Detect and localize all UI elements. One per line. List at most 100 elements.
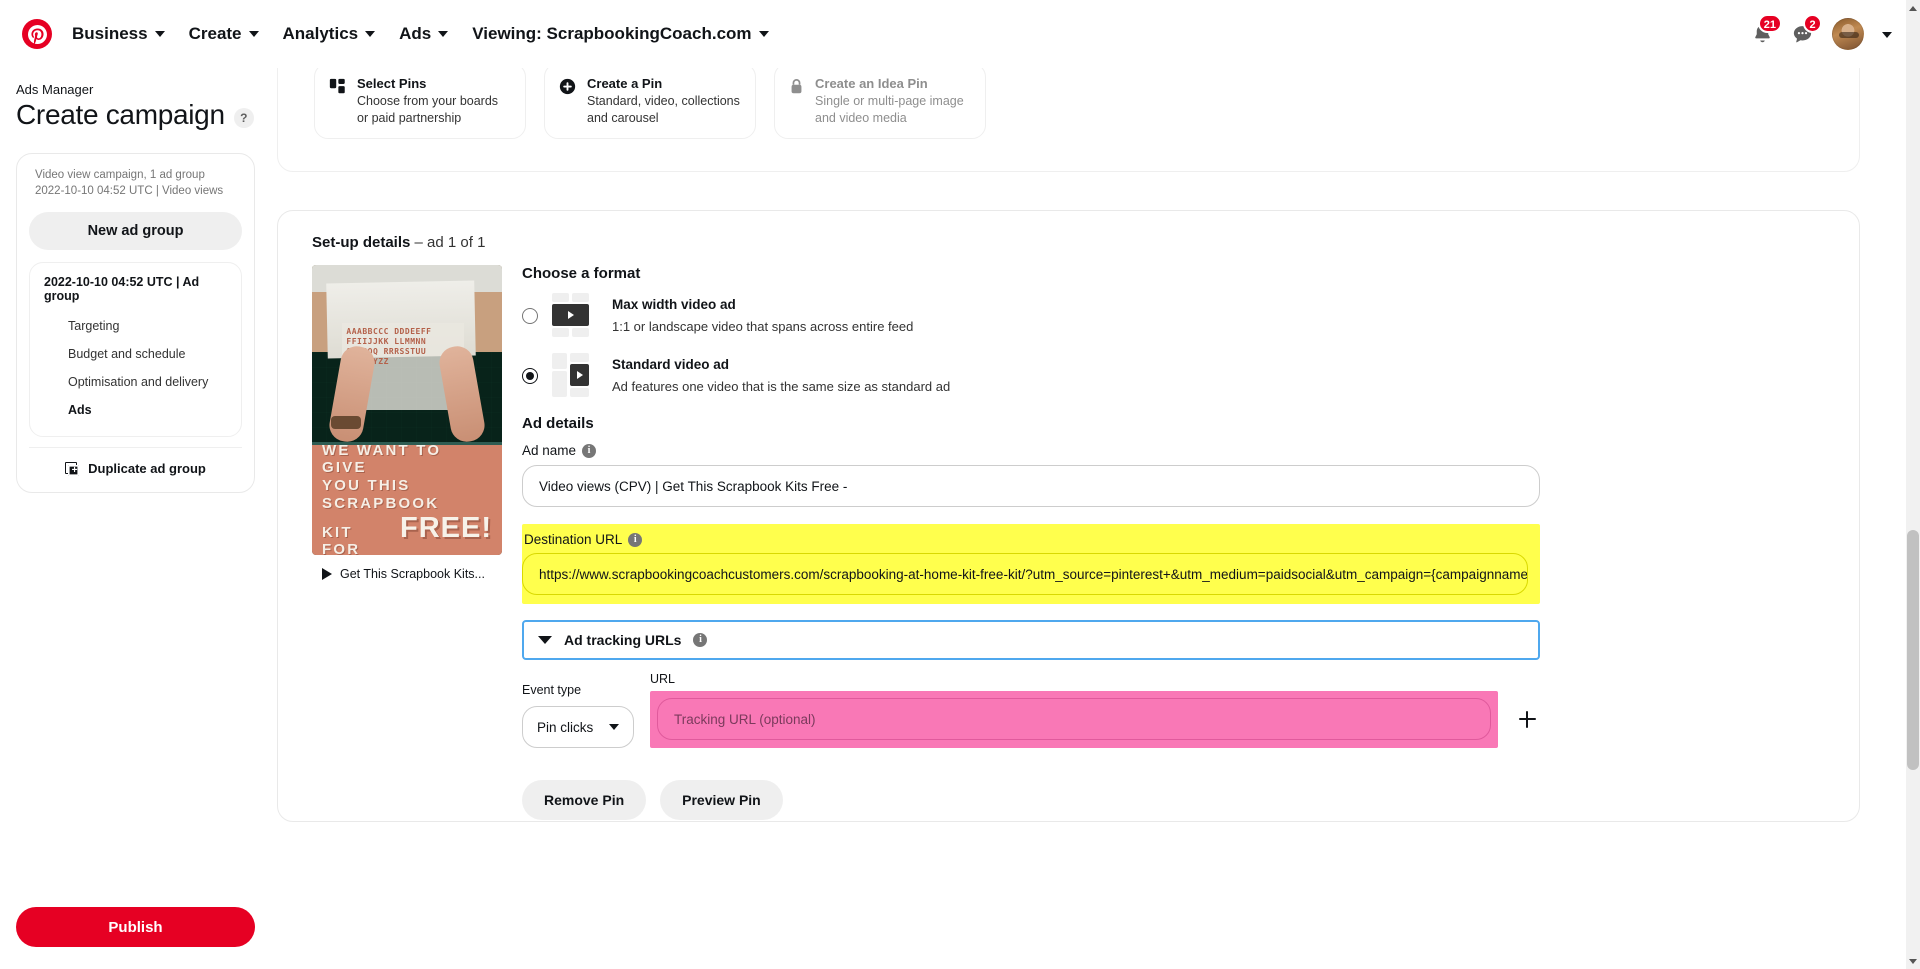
standard-video-thumb-icon bbox=[552, 353, 598, 399]
scroll-up-arrow-icon[interactable] bbox=[1906, 0, 1920, 16]
chevron-down-icon bbox=[609, 724, 619, 730]
notifications-button[interactable]: 21 bbox=[1742, 14, 1782, 54]
chevron-down-icon bbox=[438, 31, 449, 37]
ad-group-subnav: Targeting Budget and schedule Optimisati… bbox=[40, 312, 231, 424]
pin-preview-caption-row[interactable]: Get This Scrapbook Kits... bbox=[312, 567, 522, 581]
pin-source-card-select-pins-desc-2: or paid partnership bbox=[357, 110, 462, 125]
event-type-value: Pin clicks bbox=[537, 719, 594, 735]
nav-item-create[interactable]: Create bbox=[177, 16, 271, 52]
chevron-down-icon bbox=[1882, 32, 1892, 38]
messages-badge: 2 bbox=[1803, 14, 1822, 33]
pin-source-card-row: Select Pins Choose from your boards or p… bbox=[277, 68, 1860, 172]
top-navigation-bar: Business Create Analytics Ads Viewing: S… bbox=[0, 0, 1920, 68]
nav-item-business-label: Business bbox=[72, 24, 148, 43]
pinterest-logo-icon[interactable] bbox=[22, 19, 52, 49]
info-icon[interactable]: i bbox=[628, 532, 643, 547]
format-radio-max-width[interactable] bbox=[522, 308, 538, 324]
publish-button[interactable]: Publish bbox=[16, 907, 255, 947]
pin-source-card-select-pins[interactable]: Select Pins Choose from your boards or p… bbox=[314, 68, 526, 139]
duplicate-ad-group-label: Duplicate ad group bbox=[88, 461, 206, 477]
format-option-standard-video-ad[interactable]: Standard video ad Ad features one video … bbox=[522, 353, 1835, 399]
new-ad-group-button[interactable]: New ad group bbox=[29, 212, 242, 251]
messages-button[interactable]: 2 bbox=[1782, 14, 1822, 54]
ad-form-column: Choose a format Max width video ad 1:1 o… bbox=[522, 265, 1835, 820]
help-icon[interactable]: ? bbox=[233, 108, 254, 128]
chevron-down-icon bbox=[758, 31, 769, 37]
ad-tracking-url-row: Event type Pin clicks URL Tracking URL (… bbox=[522, 672, 1835, 748]
destination-url-label-row: Destination URL i bbox=[522, 532, 1540, 547]
pin-source-card-create-a-pin-desc-1: Standard, video, collections bbox=[587, 94, 740, 108]
setup-details-heading-muted: – ad 1 of 1 bbox=[410, 234, 486, 251]
page-scrollbar[interactable] bbox=[1906, 0, 1920, 969]
pin-preview-text-overlay: WE WANT TO GIVE YOU THIS SCRAPBOOK KIT F… bbox=[312, 442, 502, 555]
info-icon[interactable]: i bbox=[693, 633, 708, 647]
duplicate-ad-group-button[interactable]: + Duplicate ad group bbox=[29, 447, 242, 480]
lock-icon bbox=[789, 78, 804, 100]
event-type-label: Event type bbox=[522, 683, 582, 697]
plus-circle-icon bbox=[559, 78, 576, 100]
add-tracking-url-button[interactable] bbox=[1514, 706, 1540, 732]
sidebar-item-targeting[interactable]: Targeting bbox=[40, 312, 231, 340]
event-type-column: Event type Pin clicks bbox=[522, 681, 634, 748]
destination-url-highlight: Destination URL i https://www.scrapbooki… bbox=[522, 524, 1540, 604]
format-option-standard-label: Standard video ad Ad features one video … bbox=[612, 354, 950, 397]
pin-preview-thumbnail[interactable]: AAABBCCC DDDEEFF FFIIJJKK LLMMNN OOPPQQ … bbox=[312, 265, 502, 555]
nav-item-business[interactable]: Business bbox=[60, 16, 177, 52]
play-icon bbox=[322, 568, 332, 580]
nav-item-analytics[interactable]: Analytics bbox=[271, 16, 388, 52]
format-option-max-width-title: Max width video ad bbox=[612, 297, 736, 313]
campaign-meta-line-2: 2022-10-10 04:52 UTC | Video views bbox=[35, 184, 224, 197]
ad-name-input[interactable]: Video views (CPV) | Get This Scrapbook K… bbox=[522, 465, 1540, 507]
avatar[interactable] bbox=[1832, 18, 1864, 50]
pin-source-card-create-a-pin-title: Create a Pin bbox=[587, 76, 663, 91]
tracking-url-placeholder: Tracking URL (optional) bbox=[674, 711, 816, 727]
sidebar-item-ads[interactable]: Ads bbox=[40, 396, 231, 424]
format-option-standard-desc: Ad features one video that is the same s… bbox=[612, 379, 951, 394]
format-option-max-width-video-ad[interactable]: Max width video ad 1:1 or landscape vide… bbox=[522, 293, 1835, 339]
event-type-select[interactable]: Pin clicks bbox=[522, 706, 634, 748]
ad-group-box: 2022-10-10 04:52 UTC | Ad group Targetin… bbox=[29, 262, 242, 438]
format-radio-standard[interactable] bbox=[522, 368, 538, 384]
format-option-max-width-desc: 1:1 or landscape video that spans across… bbox=[612, 319, 914, 334]
account-menu-button[interactable] bbox=[1876, 19, 1898, 49]
pin-source-card-create-an-idea-pin-desc-1: Single or multi-page image bbox=[815, 94, 964, 108]
pin-source-card-select-pins-desc-1: Choose from your boards bbox=[357, 94, 499, 108]
format-option-max-width-label: Max width video ad 1:1 or landscape vide… bbox=[612, 294, 913, 337]
sidebar-item-optimisation-and-delivery[interactable]: Optimisation and delivery bbox=[40, 368, 231, 396]
destination-url-input[interactable]: https://www.scrapbookingcoachcustomers.c… bbox=[522, 553, 1528, 595]
chevron-down-icon bbox=[365, 31, 376, 37]
tracking-url-input[interactable]: Tracking URL (optional) bbox=[657, 698, 1491, 740]
setup-details-heading: Set-up details – ad 1 of 1 bbox=[312, 234, 1835, 251]
page-body: Ads Manager Create campaign ? Video view… bbox=[0, 68, 1920, 969]
pin-preview-overlay-line-3: KIT FOR FREE! bbox=[322, 512, 492, 555]
nav-item-viewing-account[interactable]: Viewing: ScrapbookingCoach.com bbox=[460, 16, 780, 52]
nav-item-create-label: Create bbox=[188, 24, 242, 43]
setup-details-panel: Set-up details – ad 1 of 1 AAABBCCC DDDE… bbox=[277, 210, 1860, 822]
preview-pin-button[interactable]: Preview Pin bbox=[660, 780, 783, 820]
page-title: Create campaign bbox=[16, 99, 225, 130]
notifications-badge: 21 bbox=[1757, 14, 1782, 33]
pin-source-card-create-a-pin[interactable]: Create a Pin Standard, video, collection… bbox=[544, 68, 756, 139]
pin-preview-caption: Get This Scrapbook Kits... bbox=[340, 567, 485, 581]
scrollbar-thumb[interactable] bbox=[1907, 530, 1919, 770]
pin-source-card-create-a-pin-desc-2: and carousel bbox=[587, 110, 659, 125]
ad-name-label-row: Ad name i bbox=[522, 443, 1835, 458]
duplicate-icon: + bbox=[65, 461, 80, 476]
pin-preview-watch bbox=[331, 415, 361, 429]
pin-source-card-create-an-idea-pin-desc-2: and video media bbox=[815, 110, 907, 125]
scroll-down-arrow-icon[interactable] bbox=[1906, 953, 1920, 969]
info-icon[interactable]: i bbox=[582, 443, 597, 458]
grid-pins-icon bbox=[329, 78, 346, 100]
remove-pin-button[interactable]: Remove Pin bbox=[522, 780, 647, 820]
setup-details-body: AAABBCCC DDDEEFF FFIIJJKK LLMMNN OOPPQQ … bbox=[302, 265, 1835, 820]
ad-tracking-urls-label: Ad tracking URLs bbox=[564, 632, 682, 648]
chevron-down-icon bbox=[538, 636, 552, 644]
tracking-url-column: URL Tracking URL (optional) bbox=[650, 672, 1498, 748]
ad-tracking-urls-toggle[interactable]: Ad tracking URLs i bbox=[522, 620, 1540, 660]
ad-name-label: Ad name bbox=[522, 443, 577, 458]
pin-source-card-create-an-idea-pin: Create an Idea Pin Single or multi-page … bbox=[774, 68, 986, 139]
nav-item-ads[interactable]: Ads bbox=[387, 16, 460, 52]
sidebar-item-budget-and-schedule[interactable]: Budget and schedule bbox=[40, 340, 231, 368]
pin-source-card-create-a-pin-text: Create a Pin Standard, video, collection… bbox=[587, 76, 740, 126]
pin-preview-overlay-kit: KIT FOR bbox=[322, 524, 361, 555]
